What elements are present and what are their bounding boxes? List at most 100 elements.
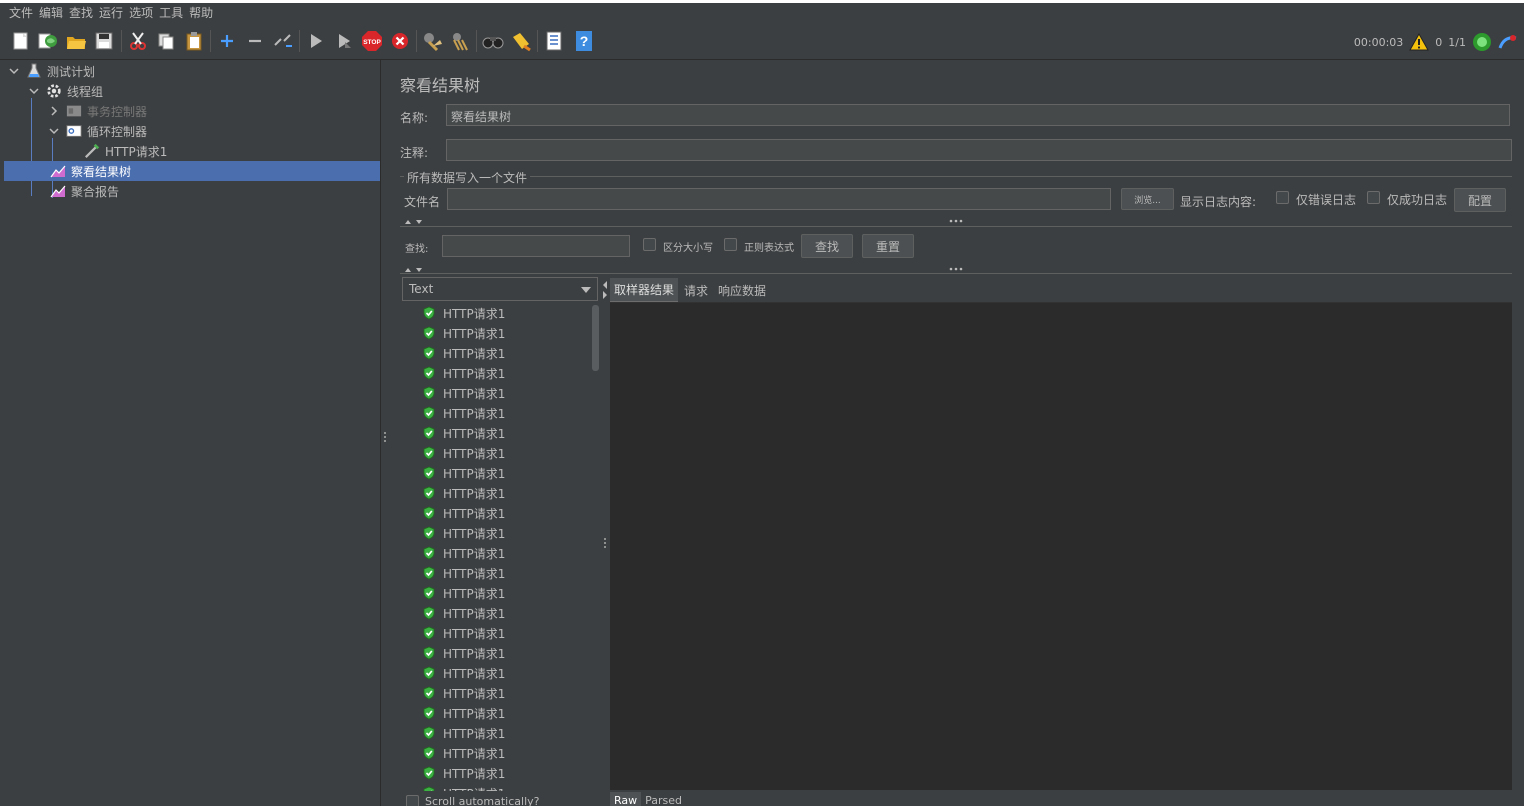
chevron-down-icon [581, 287, 591, 293]
result-item[interactable]: HTTP请求1 [402, 403, 600, 423]
copy-icon[interactable] [154, 29, 178, 53]
tree-node[interactable]: 线程组 [28, 81, 103, 101]
result-item[interactable]: HTTP请求1 [402, 663, 600, 683]
result-item[interactable]: HTTP请求1 [402, 603, 600, 623]
chevron-down-icon[interactable] [28, 85, 40, 97]
result-item[interactable]: HTTP请求1 [402, 583, 600, 603]
log-viewer-icon[interactable] [1498, 32, 1518, 52]
result-item[interactable]: HTTP请求1 [402, 623, 600, 643]
menu-item[interactable]: 查找 [66, 3, 96, 24]
find-button[interactable]: 查找 [801, 234, 853, 258]
menu-item[interactable]: 帮助 [186, 3, 216, 24]
divider-collapse-arrows-icon[interactable] [404, 218, 426, 226]
result-tab[interactable]: 请求 [680, 279, 712, 302]
scroll-automatically-checkbox[interactable] [406, 795, 419, 806]
start-no-pause-icon[interactable] [332, 29, 356, 53]
result-item[interactable]: HTTP请求1 [402, 503, 600, 523]
result-item[interactable]: HTTP请求1 [402, 383, 600, 403]
menu-item[interactable]: 选项 [126, 3, 156, 24]
result-item[interactable]: HTTP请求1 [402, 423, 600, 443]
clear-all-icon[interactable] [448, 29, 472, 53]
search-icon[interactable] [481, 29, 505, 53]
regex-checkbox[interactable] [724, 238, 737, 251]
result-item[interactable]: HTTP请求1 [402, 443, 600, 463]
result-item-label: HTTP请求1 [443, 606, 506, 621]
filename-field[interactable] [447, 188, 1111, 210]
case-sensitive-label: 区分大小写 [663, 243, 713, 254]
result-item[interactable]: HTTP请求1 [402, 523, 600, 543]
function-helper-icon[interactable] [542, 29, 566, 53]
menu-item[interactable]: 运行 [96, 3, 126, 24]
view-mode-tab[interactable]: Raw [610, 792, 642, 806]
result-item[interactable]: HTTP请求1 [402, 763, 600, 783]
errors-only-checkbox[interactable] [1276, 191, 1289, 204]
result-item[interactable]: HTTP请求1 [402, 643, 600, 663]
result-item[interactable]: HTTP请求1 [402, 703, 600, 723]
warning-icon[interactable] [1409, 33, 1430, 51]
browse-button[interactable]: 浏览... [1121, 188, 1174, 210]
paste-icon[interactable] [182, 29, 206, 53]
tree-node[interactable]: 测试计划 [8, 61, 95, 81]
help-icon[interactable]: ? [572, 29, 596, 53]
result-splitter-handle[interactable] [603, 538, 607, 548]
start-icon[interactable] [304, 29, 328, 53]
divider-grip-icon[interactable] [949, 267, 963, 271]
clear-icon[interactable] [420, 29, 444, 53]
result-item[interactable]: HTTP请求1 [402, 463, 600, 483]
chevron-down-icon[interactable] [8, 65, 20, 77]
result-tab[interactable]: 响应数据 [714, 279, 770, 302]
result-item[interactable]: HTTP请求1 [402, 303, 600, 323]
divider-collapse-arrows-icon[interactable] [404, 266, 426, 274]
result-item[interactable]: HTTP请求1 [402, 483, 600, 503]
expand-icon[interactable] [215, 29, 239, 53]
renderer-select[interactable]: Text [402, 277, 598, 301]
result-item[interactable]: HTTP请求1 [402, 563, 600, 583]
result-item[interactable]: HTTP请求1 [402, 343, 600, 363]
result-item[interactable]: HTTP请求1 [402, 363, 600, 383]
collapse-icon[interactable] [243, 29, 267, 53]
tree-node[interactable]: 察看结果树 [4, 161, 380, 181]
open-icon[interactable] [64, 29, 88, 53]
success-shield-icon [422, 786, 443, 791]
menu-item[interactable]: 文件 [6, 3, 36, 24]
divider-grip-icon[interactable] [949, 219, 963, 223]
result-item[interactable]: HTTP请求1 [402, 743, 600, 763]
result-list-scrollbar-thumb[interactable] [592, 305, 599, 371]
case-sensitive-checkbox[interactable] [643, 238, 656, 251]
name-field[interactable]: 察看结果树 [446, 104, 1510, 126]
templates-icon[interactable] [36, 29, 60, 53]
result-list-scrollbar[interactable] [591, 303, 600, 791]
tree-splitter-handle[interactable] [383, 432, 387, 442]
tree-node[interactable]: 聚合报告 [50, 181, 119, 201]
tree-node[interactable]: 循环控制器 [48, 121, 147, 141]
view-mode-tab[interactable]: Parsed [641, 792, 686, 806]
cut-icon[interactable] [126, 29, 150, 53]
result-item[interactable]: HTTP请求1 [402, 783, 600, 791]
chevron-right-icon[interactable] [48, 105, 60, 117]
result-tab[interactable]: 取样器结果 [610, 277, 679, 303]
new-icon[interactable] [9, 29, 33, 53]
menu-item[interactable]: 工具 [156, 3, 186, 24]
stop-icon[interactable]: STOP [360, 29, 384, 53]
result-item[interactable]: HTTP请求1 [402, 543, 600, 563]
toolbar-separator [476, 30, 477, 52]
toggle-icon[interactable] [271, 29, 295, 53]
filename-label: 文件名 [404, 195, 441, 209]
result-item[interactable]: HTTP请求1 [402, 683, 600, 703]
configure-button[interactable]: 配置 [1454, 188, 1506, 212]
split-arrows-icon[interactable] [602, 279, 608, 301]
reset-button[interactable]: 重置 [862, 234, 914, 258]
sampler-result-area [610, 302, 1512, 790]
comment-field[interactable] [446, 139, 1512, 161]
shutdown-icon[interactable] [388, 29, 412, 53]
menu-item[interactable]: 编辑 [36, 3, 66, 24]
save-icon[interactable] [92, 29, 116, 53]
chevron-down-icon[interactable] [48, 125, 60, 137]
tree-node[interactable]: 事务控制器 [48, 101, 147, 121]
tree-node[interactable]: HTTP请求1 [84, 141, 167, 161]
search-field[interactable] [442, 235, 630, 257]
result-item[interactable]: HTTP请求1 [402, 723, 600, 743]
success-only-checkbox[interactable] [1367, 191, 1380, 204]
reset-search-icon[interactable] [509, 29, 533, 53]
result-item[interactable]: HTTP请求1 [402, 323, 600, 343]
